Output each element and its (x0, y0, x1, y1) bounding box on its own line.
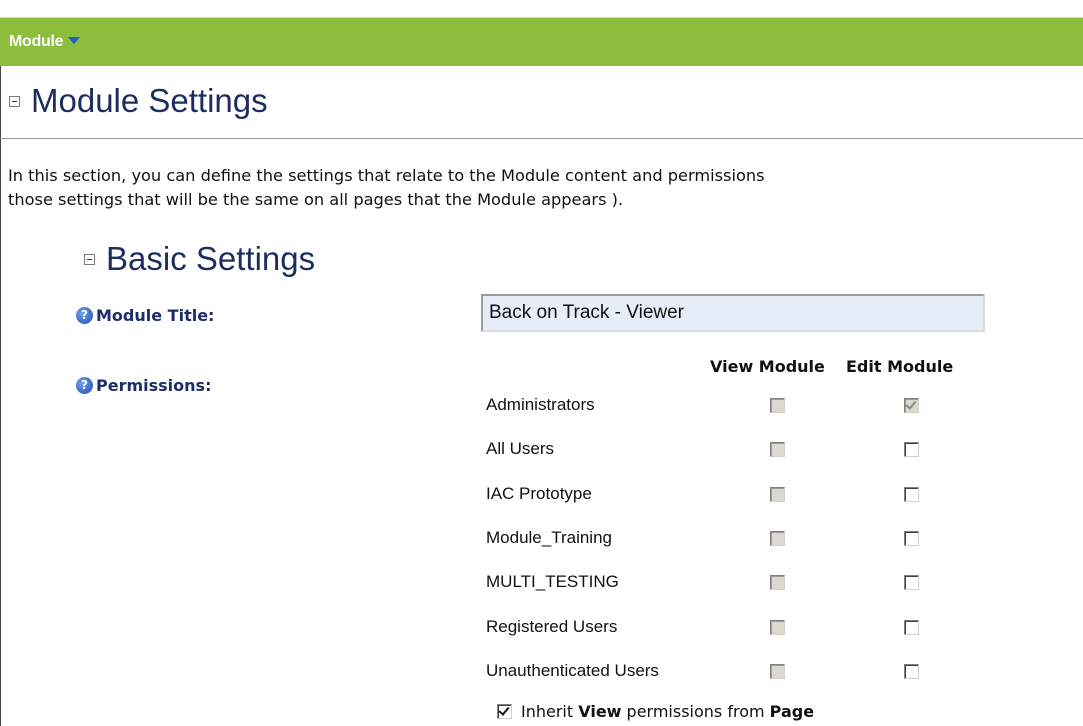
permissions-label-group: ? Permissions: (76, 376, 211, 395)
left-border (0, 66, 1, 726)
role-name: IAC Prototype (486, 484, 592, 503)
intro-line-1: In this section, you can define the sett… (8, 166, 765, 185)
view-module-checkbox (770, 487, 785, 502)
top-strip (0, 0, 1083, 18)
module-title-label: Module Title: (96, 306, 215, 325)
basic-settings-title: Basic Settings (106, 240, 316, 277)
edit-module-checkbox[interactable] (904, 575, 919, 590)
inherit-prefix: Inherit (521, 702, 574, 721)
view-module-checkbox (770, 398, 785, 413)
role-name: Module_Training (486, 528, 612, 547)
collapse-icon[interactable] (9, 95, 20, 107)
chevron-down-icon (63, 36, 81, 46)
module-settings-header: Module Settings (9, 82, 268, 120)
inherit-permissions-label: Inherit View permissions from Page (521, 702, 814, 721)
module-action-bar: Module (0, 18, 1083, 66)
view-module-checkbox (770, 575, 785, 590)
inherit-view-permissions-checkbox[interactable] (497, 704, 512, 719)
edit-module-checkbox[interactable] (904, 620, 919, 635)
module-menu[interactable]: Module (9, 33, 81, 51)
edit-module-checkbox[interactable] (904, 442, 919, 457)
permission-row: Unauthenticated Users (486, 656, 1006, 686)
module-menu-label: Module (9, 33, 64, 50)
edit-module-checkbox (904, 398, 919, 413)
view-module-checkbox (770, 442, 785, 457)
role-name: Registered Users (486, 617, 618, 636)
module-settings-title: Module Settings (31, 82, 268, 119)
role-name: MULTI_TESTING (486, 572, 619, 591)
column-header-view-module: View Module (710, 357, 825, 376)
permissions-label: Permissions: (96, 376, 212, 395)
permission-row: All Users (486, 434, 1006, 464)
role-name: Administrators (486, 395, 595, 414)
module-title-input[interactable] (481, 294, 985, 332)
view-module-checkbox (770, 664, 785, 679)
permission-row: Module_Training (486, 523, 1006, 553)
permission-row: Registered Users (486, 612, 1006, 642)
view-module-checkbox (770, 531, 785, 546)
edit-module-checkbox[interactable] (904, 664, 919, 679)
inherit-middle: permissions from (626, 702, 765, 721)
collapse-icon[interactable] (84, 253, 95, 265)
section-intro: In this section, you can define the sett… (8, 164, 1083, 212)
inherit-page-word: Page (769, 702, 815, 721)
inherit-permissions-row: Inherit View permissions from Page (497, 702, 814, 721)
help-icon[interactable]: ? (76, 377, 93, 394)
intro-line-2: those settings that will be the same on … (8, 190, 624, 209)
column-header-edit-module: Edit Module (846, 357, 954, 376)
edit-module-checkbox[interactable] (904, 487, 919, 502)
permission-row: Administrators (486, 390, 1006, 420)
permission-row: MULTI_TESTING (486, 567, 1006, 597)
role-name: All Users (486, 439, 555, 458)
module-title-label-group: ? Module Title: (76, 306, 214, 325)
view-module-checkbox (770, 620, 785, 635)
help-icon[interactable]: ? (76, 307, 93, 324)
role-name: Unauthenticated Users (486, 661, 659, 680)
section-divider (0, 138, 1083, 139)
permission-row: IAC Prototype (486, 479, 1006, 509)
basic-settings-header: Basic Settings (84, 240, 315, 278)
edit-module-checkbox[interactable] (904, 531, 919, 546)
inherit-view-word: View (578, 702, 622, 721)
